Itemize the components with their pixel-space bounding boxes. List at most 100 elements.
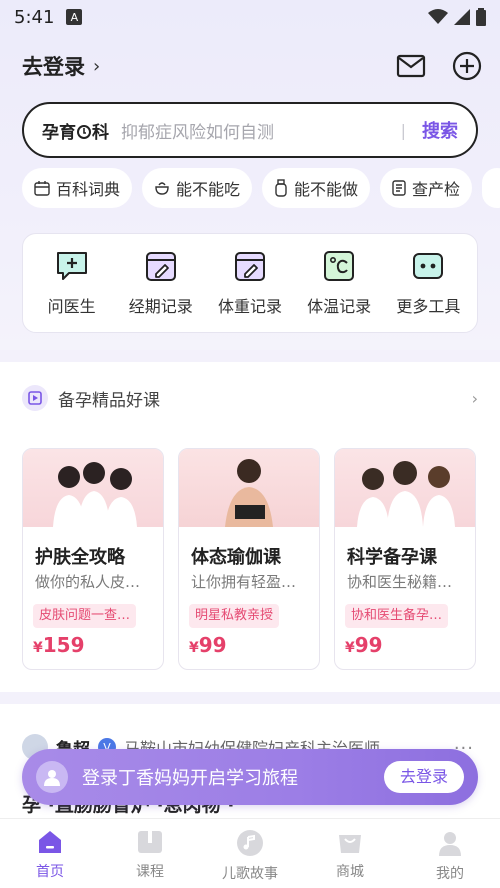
- course-card[interactable]: 体态瑜伽课 让你拥有轻盈… 明星私教亲授 ¥99: [178, 448, 320, 670]
- course-price: ¥99: [345, 633, 383, 657]
- chip-encyclopedia[interactable]: 百科词典: [22, 168, 133, 208]
- banner-text: 登录丁香妈妈开启学习旅程: [82, 768, 298, 789]
- price-symbol: ¥: [33, 640, 43, 656]
- price-value: 99: [198, 633, 227, 657]
- chip-label: 百科词典: [56, 180, 121, 199]
- nav-label: 课程: [136, 864, 164, 880]
- login-link[interactable]: 去登录: [22, 51, 85, 81]
- login-banner[interactable]: 登录丁香妈妈开启学习旅程 去登录: [22, 749, 478, 805]
- user-avatar-icon: [36, 761, 68, 793]
- nav-shop[interactable]: 商城: [300, 819, 400, 888]
- course-image: [179, 449, 319, 527]
- courses-header[interactable]: 备孕精品好课 ›: [22, 384, 478, 412]
- tools-card: 问医生 经期记录 体重记录 体温记录 更多工具: [22, 233, 478, 333]
- course-image: [23, 449, 163, 527]
- nav-songs-stories[interactable]: 儿歌故事: [200, 819, 300, 888]
- tool-more[interactable]: 更多工具: [385, 249, 471, 317]
- course-title: 体态瑜伽课: [191, 547, 281, 568]
- price-symbol: ¥: [345, 640, 355, 656]
- mail-icon[interactable]: [396, 54, 426, 78]
- course-price: ¥99: [189, 633, 227, 657]
- course-price: ¥159: [33, 633, 85, 657]
- price-value: 99: [354, 633, 383, 657]
- tool-label: 体温记录: [307, 297, 372, 316]
- course-card[interactable]: 科学备孕课 协和医生秘籍… 协和医生备孕… ¥99: [334, 448, 476, 670]
- tool-weight-record[interactable]: 体重记录: [207, 249, 293, 317]
- bottle-icon: [275, 179, 287, 197]
- music-icon: [237, 830, 263, 856]
- course-tag: 协和医生备孕…: [345, 604, 449, 628]
- status-time: 5:41: [14, 6, 55, 28]
- courses-section: 备孕精品好课 › 护肤全攻略 做你的私人皮… 皮肤问题一查… ¥159 体态瑜伽…: [0, 362, 500, 692]
- person-icon: [439, 832, 461, 856]
- status-icons: [428, 8, 486, 26]
- search-input[interactable]: 抑郁症风险如何自测: [121, 118, 385, 143]
- course-title: 护肤全攻略: [35, 547, 125, 568]
- shop-bag-icon: [339, 835, 361, 853]
- brand-circle-icon: [77, 124, 91, 139]
- chip-can-eat[interactable]: 能不能吃: [142, 168, 253, 208]
- course-card[interactable]: 护肤全攻略 做你的私人皮… 皮肤问题一查… ¥159: [22, 448, 164, 670]
- more-tools-icon: [413, 253, 444, 279]
- signal-icon: [454, 9, 470, 25]
- tool-label: 问医生: [47, 297, 96, 316]
- header: 去登录 ›: [22, 48, 482, 84]
- nav-courses[interactable]: 课程: [100, 819, 200, 888]
- chip-can-do[interactable]: 能不能做: [262, 168, 371, 208]
- tool-period-record[interactable]: 经期记录: [118, 249, 204, 317]
- course-title: 科学备孕课: [347, 547, 437, 568]
- quick-chips: 百科词典 能不能吃 能不能做 查产检: [22, 168, 500, 208]
- course-subtitle: 协和医生秘籍…: [347, 573, 453, 591]
- course-cards: 护肤全攻略 做你的私人皮… 皮肤问题一查… ¥159 体态瑜伽课 让你拥有轻盈……: [22, 448, 480, 670]
- report-icon: [392, 180, 406, 196]
- search-divider: |: [400, 120, 406, 140]
- tool-temperature-record[interactable]: 体温记录: [296, 249, 382, 317]
- calendar-pen-icon: [234, 252, 265, 281]
- chevron-right-icon[interactable]: ›: [93, 56, 100, 77]
- chip-label: 查产检: [412, 180, 461, 199]
- tool-ask-doctor[interactable]: 问医生: [29, 249, 115, 317]
- nav-me[interactable]: 我的: [400, 819, 500, 888]
- thermometer-icon: [324, 251, 355, 281]
- search-brand-prefix: 孕育: [42, 122, 76, 143]
- search-brand: 孕育科: [42, 118, 109, 143]
- battery-icon: [476, 8, 486, 26]
- accessibility-a-icon: A: [66, 9, 83, 25]
- tool-label: 体重记录: [217, 297, 282, 316]
- login-button[interactable]: 去登录: [383, 761, 464, 793]
- nav-home[interactable]: 首页: [0, 819, 100, 888]
- course-subtitle: 让你拥有轻盈…: [191, 573, 297, 591]
- wifi-icon: [428, 9, 448, 24]
- course-tag: 皮肤问题一查…: [33, 604, 137, 628]
- search-button[interactable]: 搜索: [422, 117, 458, 143]
- book-icon: [138, 831, 162, 853]
- course-tag: 明星私教亲授: [189, 604, 280, 628]
- course-image: [335, 449, 475, 527]
- home-icon: [39, 831, 61, 853]
- chip-label: 能不能做: [294, 180, 359, 199]
- search-box[interactable]: 孕育科 抑郁症风险如何自测 | 搜索: [22, 102, 478, 158]
- chat-cross-icon: [56, 252, 87, 280]
- calendar-pen-icon: [145, 252, 176, 281]
- tool-label: 经期记录: [128, 297, 193, 316]
- nav-label: 我的: [436, 866, 464, 882]
- bowl-icon: [155, 182, 169, 195]
- tool-label: 更多工具: [396, 297, 461, 316]
- course-icon: [22, 385, 48, 411]
- courses-title: 备孕精品好课: [58, 390, 160, 411]
- chip-partial[interactable]: [482, 168, 500, 208]
- nav-label: 儿歌故事: [222, 866, 278, 882]
- chip-label: 能不能吃: [176, 180, 241, 199]
- nav-label: 首页: [36, 864, 64, 880]
- price-value: 159: [42, 633, 85, 657]
- course-subtitle: 做你的私人皮…: [35, 573, 141, 591]
- status-bar: 5:41 A: [0, 0, 500, 34]
- search-brand-suffix: 科: [92, 122, 109, 143]
- chip-prenatal-check[interactable]: 查产检: [380, 168, 473, 208]
- header-actions: [396, 51, 482, 81]
- calendar-icon: [34, 181, 50, 196]
- bottom-nav: 首页 课程 儿歌故事 商城 我的: [0, 818, 500, 888]
- price-symbol: ¥: [189, 640, 199, 656]
- add-circle-icon[interactable]: [452, 51, 482, 81]
- chevron-right-icon[interactable]: ›: [472, 389, 478, 408]
